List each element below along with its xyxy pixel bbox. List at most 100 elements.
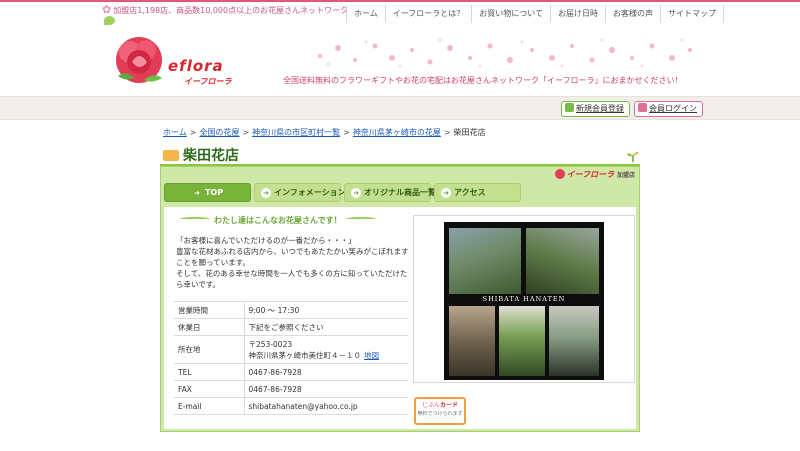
breadcrumb-separator: > (343, 128, 350, 137)
catch-text: わたし達はこんなお花屋さんです！ (214, 216, 342, 225)
card-banner-line1: じぶんカード (416, 402, 464, 410)
tab-label: オリジナル商品一覧 (364, 188, 436, 197)
breadcrumb-current: 柴田花店 (453, 128, 486, 137)
breadcrumb-home[interactable]: ホーム (163, 128, 187, 137)
address-text: 神奈川県茅ヶ崎市美住町４－１０ (248, 350, 362, 360)
map-link[interactable]: 地図 (364, 351, 379, 360)
arrow-right-icon: ➜ (194, 189, 200, 197)
site-description: 全国送料無料のフラワーギフトやお花の宅配はお花屋さんネットワーク「イーフローラ」… (283, 76, 683, 85)
table-row: E-mail shibatahanaten@yahoo.co.jp (174, 397, 408, 415)
tab-label: TOP (204, 188, 224, 197)
card-banner-card: カード (440, 402, 459, 409)
tab-original-products[interactable]: ➜ オリジナル商品一覧 (344, 183, 436, 202)
jibun-card-banner[interactable]: じぶんカード 無料でつけられます (414, 397, 466, 425)
info-value: 0467-86-7928 (244, 363, 408, 381)
breadcrumb-all-florists[interactable]: 全国の花屋 (199, 128, 239, 137)
register-icon (565, 103, 574, 112)
decorative-sparkle-band (318, 38, 692, 68)
shop-photo-frame: SHIBATA HANATEN (413, 215, 635, 383)
login-label: 会員ログイン (649, 104, 697, 113)
postal-code: 〒253-0023 (248, 339, 293, 349)
breadcrumb-separator: > (443, 128, 451, 137)
photo-greenhouse (526, 228, 599, 294)
member-store-badge: イーフローラ 加盟店 (554, 169, 635, 180)
top-navigation: ホーム イーフローラとは？ お買い物について お届け日時 お客様の声 サイトマッ… (346, 5, 725, 23)
nav-shopping-guide[interactable]: お買い物について (472, 5, 552, 23)
shop-content: わたし達はこんなお花屋さんです！ 「お客様に喜んでいただけるのが一番だから・・・… (164, 207, 636, 429)
nav-voices[interactable]: お客様の声 (606, 5, 662, 23)
nav-sitemap[interactable]: サイトマップ (661, 5, 725, 23)
login-icon (638, 103, 647, 112)
address-line: 神奈川県茅ヶ崎市美住町４－１０ 地図 (249, 350, 405, 361)
nav-delivery[interactable]: お届け日時 (551, 5, 607, 23)
badge-suffix: 加盟店 (616, 172, 635, 179)
table-row: TEL 0467-86-7928 (174, 363, 408, 381)
logo-kana: イーフローラ (184, 77, 232, 86)
breadcrumb: ホーム > 全国の花屋 > 神奈川県の市区町村一覧 > 神奈川県茅ヶ崎市の花屋 > 柴田花店 (163, 127, 486, 138)
register-label: 新規会員登録 (576, 104, 624, 113)
shop-icon (163, 150, 179, 161)
intro-text: 「お客様に喜んでいただけるのが一番だから・・・」 豊富な花材あふれる店内から、い… (176, 236, 409, 289)
card-banner-jibun: じぶん (421, 402, 440, 409)
arrow-right-icon: ➜ (441, 188, 451, 198)
sprout-icon (627, 151, 639, 162)
table-row: FAX 0467-86-7928 (174, 380, 408, 398)
flower-icon: ✿ (102, 3, 112, 16)
shop-photo-collage: SHIBATA HANATEN (444, 222, 604, 380)
info-value-address: 〒253-0023 神奈川県茅ヶ崎市美住町４－１０ 地図 (244, 335, 408, 364)
shop-panel: イーフローラ 加盟店 ➜ TOP ➜ インフォメーション ➜ オリジナル商品一覧 ➜ ア… (160, 166, 640, 432)
shop-header: 柴田花店 (160, 144, 640, 166)
tab-label: インフォメーション (274, 188, 346, 197)
shop-intro: 「お客様に喜んでいただけるのが一番だから・・・」 豊富な花材あふれる店内から、い… (176, 235, 410, 290)
photo-shelves (549, 306, 599, 376)
breadcrumb-separator: > (242, 128, 250, 137)
arrow-right-icon: ➜ (351, 188, 361, 198)
tab-label: アクセス (454, 188, 486, 197)
top-accent-line (0, 0, 800, 2)
table-row: 休業日 下記をご参照ください (174, 318, 408, 336)
tagline-text: 加盟店1,198店、商品数10,000点以上のお花屋さんネットワーク (113, 6, 349, 15)
panel-top-bar: イーフローラ 加盟店 (161, 167, 639, 182)
info-value: 9:00 〜 17:30 (244, 301, 408, 319)
leaf-icon (104, 16, 115, 25)
shop-info-table: 営業時間 9:00 〜 17:30 休業日 下記をご参照ください 所在地 〒25… (174, 301, 408, 415)
info-label: 休業日 (174, 318, 245, 336)
card-banner-line3: 無料でつけられます (417, 411, 463, 417)
logo-wordmark: eflora (168, 57, 224, 75)
breadcrumb-separator: > (189, 128, 197, 137)
arrow-right-icon: ➜ (261, 188, 271, 198)
header-tagline: ✿ 加盟店1,198店、商品数10,000点以上のお花屋さんネットワーク (102, 3, 350, 27)
info-label: 営業時間 (174, 301, 245, 319)
badge-label: イーフローラ (566, 170, 615, 179)
info-value: 下記をご参照ください (244, 318, 408, 336)
photo-caption: SHIBATA HANATEN (482, 295, 566, 303)
table-row: 所在地 〒253-0023 神奈川県茅ヶ崎市美住町４－１０ 地図 (174, 335, 408, 364)
rose-logo-icon (116, 37, 162, 83)
breadcrumb-kanagawa[interactable]: 神奈川県の市区町村一覧 (252, 128, 340, 137)
info-value: shibatahanaten@yahoo.co.jp (244, 397, 408, 415)
tab-top[interactable]: ➜ TOP (164, 183, 251, 202)
info-label: E-mail (174, 397, 245, 415)
catch-copy: わたし達はこんなお花屋さんです！ (176, 215, 380, 226)
swoosh-right-decoration (345, 217, 376, 221)
member-bar: 新規会員登録 会員ログイン (0, 96, 800, 120)
tab-information[interactable]: ➜ インフォメーション (254, 183, 346, 202)
login-button[interactable]: 会員ログイン (634, 101, 703, 117)
info-label: FAX (174, 380, 245, 398)
info-value: 0467-86-7928 (244, 380, 408, 398)
register-button[interactable]: 新規会員登録 (561, 101, 630, 117)
table-row: 営業時間 9:00 〜 17:30 (174, 301, 408, 319)
swoosh-left-decoration (180, 217, 210, 221)
tab-access[interactable]: ➜ アクセス (434, 183, 521, 202)
rose-badge-icon (554, 169, 565, 179)
shop-title: 柴田花店 (183, 148, 239, 164)
breadcrumb-chigasaki[interactable]: 神奈川県茅ヶ崎市の花屋 (353, 128, 441, 137)
info-label: TEL (174, 363, 245, 381)
info-label: 所在地 (174, 335, 245, 364)
nav-home[interactable]: ホーム (347, 5, 386, 23)
nav-about[interactable]: イーフローラとは？ (386, 5, 473, 23)
photo-interior (449, 228, 521, 294)
photo-storefront (449, 306, 495, 376)
photo-plants (499, 306, 545, 376)
eflora-logo[interactable]: eflora イーフローラ (112, 32, 242, 87)
